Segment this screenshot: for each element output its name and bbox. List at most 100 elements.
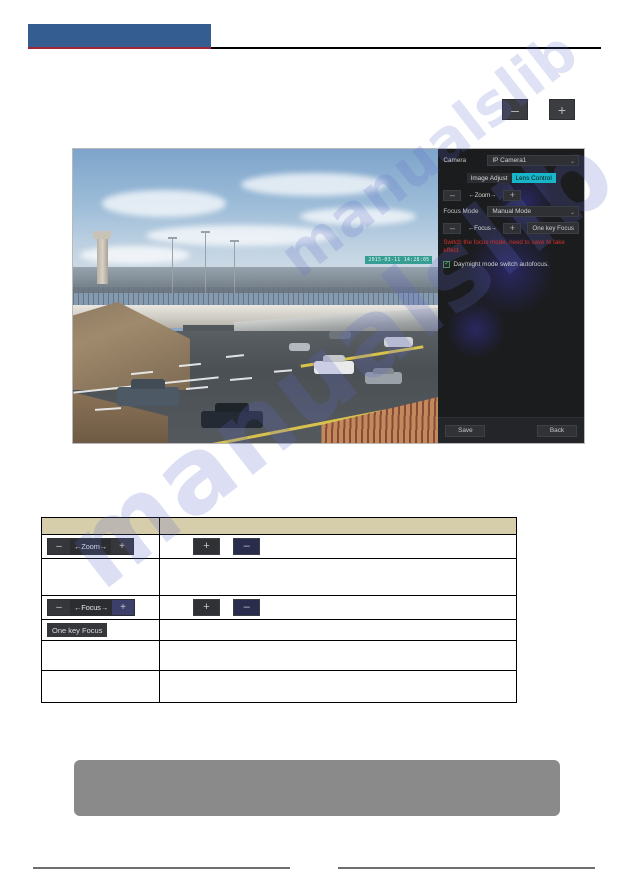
table-header-cell-item [41, 517, 160, 535]
table-cell-description [159, 558, 517, 596]
one-key-focus-chip[interactable]: One key Focus [47, 623, 108, 637]
vehicle [328, 331, 351, 339]
focus-chip-label: ←Focus→ [74, 603, 109, 612]
table-cell-widget: – ←Focus→ + [41, 595, 160, 620]
focus-increase-button[interactable]: + [503, 222, 522, 234]
water-tower [93, 230, 111, 285]
plus-icon: + [112, 600, 135, 615]
panel-glow [490, 177, 561, 225]
zoom-chip-label: ←Zoom→ [74, 542, 107, 551]
table-cell-description [159, 640, 517, 671]
chevron-down-icon: ⌄ [569, 159, 575, 165]
zoom-decrease-button[interactable]: – [443, 190, 462, 201]
table-row [41, 670, 517, 703]
zoom-out-button[interactable]: – [502, 99, 528, 120]
header-title-bar [28, 24, 211, 47]
vehicle [116, 379, 179, 407]
timestamp-overlay: 2015-03-11 14:28:05 [365, 256, 433, 265]
vehicle [383, 337, 413, 347]
zoom-in-button[interactable]: + [549, 99, 575, 120]
page-root: – + 2015-03-11 14:28:05 Camera IP Camera… [0, 0, 629, 893]
header-accent-rule [28, 47, 211, 49]
table-row: – ←Focus→ + + – [41, 595, 517, 620]
focus-mode-label: Focus Mode [443, 208, 479, 215]
plus-icon: + [110, 539, 133, 554]
vehicle [200, 403, 263, 429]
table-row: – ←Zoom→ + + – [41, 534, 517, 559]
one-key-focus-button[interactable]: One key Focus [527, 222, 579, 234]
minus-button[interactable]: – [233, 599, 261, 616]
table-header-row [41, 517, 517, 535]
table-cell-description: + – [159, 595, 517, 620]
cloud-shape [102, 190, 227, 217]
panel-tabs: Image Adjust Lens Control [443, 173, 579, 183]
table-row [41, 558, 517, 596]
zoom-control-label: ←Zoom→ [468, 192, 497, 199]
back-button-label: Back [549, 427, 565, 434]
table-cell-widget: One key Focus [41, 619, 160, 641]
table-cell-description [159, 670, 517, 703]
zoom-increase-button[interactable]: + [503, 190, 522, 201]
focus-mode-value: Manual Mode [492, 208, 532, 215]
table-cell-widget [41, 558, 160, 596]
header-divider-rule [211, 47, 601, 49]
minus-icon: – [48, 600, 70, 615]
save-button[interactable]: Save [445, 424, 486, 437]
vehicle [314, 355, 355, 374]
vehicle [365, 367, 402, 385]
note-box [74, 760, 560, 816]
tab-image-adjust-label: Image Adjust [470, 174, 508, 182]
camera-label: Camera [443, 157, 467, 164]
panel-footer: Save Back [438, 417, 584, 443]
footer-rule-left [33, 867, 290, 869]
one-key-focus-label: One key Focus [532, 224, 574, 232]
vehicle [288, 343, 311, 351]
focus-mode-warning: Switch the focus mode, need to save to t… [443, 239, 565, 254]
focus-decrease-button[interactable]: – [443, 222, 462, 234]
top-zoom-controls: – + [502, 99, 578, 120]
video-preview[interactable]: 2015-03-11 14:28:05 [73, 149, 439, 443]
table-cell-description: + – [159, 534, 517, 559]
minus-button[interactable]: – [233, 538, 261, 555]
focus-mode-row: Focus Mode Manual Mode ⌄ [443, 206, 579, 217]
plus-button[interactable]: + [193, 599, 220, 616]
minus-icon: – [48, 539, 70, 554]
tab-image-adjust[interactable]: Image Adjust [466, 173, 512, 183]
cloud-shape [241, 172, 388, 197]
panel-glow [446, 299, 507, 359]
tab-lens-control[interactable]: Lens Control [511, 173, 556, 183]
check-glyph: ✓ [444, 261, 450, 267]
table-cell-widget: – ←Zoom→ + [41, 534, 160, 559]
minus-icon: – [511, 101, 519, 118]
day-night-autofocus-checkbox[interactable]: ✓ Day/night mode switch autofocus. [443, 260, 579, 268]
minus-icon: – [449, 190, 455, 200]
day-night-autofocus-label: Day/night mode switch autofocus. [453, 260, 549, 268]
camera-select-value: IP Camera1 [492, 157, 527, 164]
zoom-control-row: – ←Zoom→ + [443, 190, 579, 201]
camera-screenshot: 2015-03-11 14:28:05 Camera IP Camera1 ⌄ … [72, 148, 585, 444]
table-cell-widget [41, 640, 160, 671]
table-row [41, 640, 517, 671]
focus-mode-select[interactable]: Manual Mode ⌄ [487, 206, 579, 217]
focus-chip[interactable]: – ←Focus→ + [47, 599, 136, 616]
cloud-shape [146, 225, 337, 247]
chevron-down-icon: ⌄ [569, 210, 575, 216]
plus-button[interactable]: + [193, 538, 220, 555]
save-button-label: Save [458, 427, 473, 434]
camera-select-row: Camera IP Camera1 ⌄ [443, 155, 579, 166]
table-header-cell-desc [159, 517, 517, 535]
back-button[interactable]: Back [537, 424, 577, 437]
plus-icon: + [557, 101, 567, 118]
checkbox-icon: ✓ [443, 260, 451, 268]
lens-control-reference-table: – ←Zoom→ + + – – ←Focus→ + + – One key F… [41, 517, 517, 703]
table-cell-description [159, 619, 517, 641]
table-cell-widget [41, 670, 160, 703]
focus-control-row: – ←Focus→ + One key Focus [443, 222, 579, 234]
camera-select[interactable]: IP Camera1 ⌄ [487, 155, 579, 166]
focus-control-label: ←Focus→ [467, 224, 497, 232]
plus-icon: + [509, 190, 515, 200]
zoom-chip[interactable]: – ←Zoom→ + [47, 538, 134, 555]
table-row: One key Focus [41, 619, 517, 641]
footer-rule-right [338, 867, 595, 869]
lens-control-panel: Camera IP Camera1 ⌄ Image Adjust Lens Co… [438, 149, 584, 443]
